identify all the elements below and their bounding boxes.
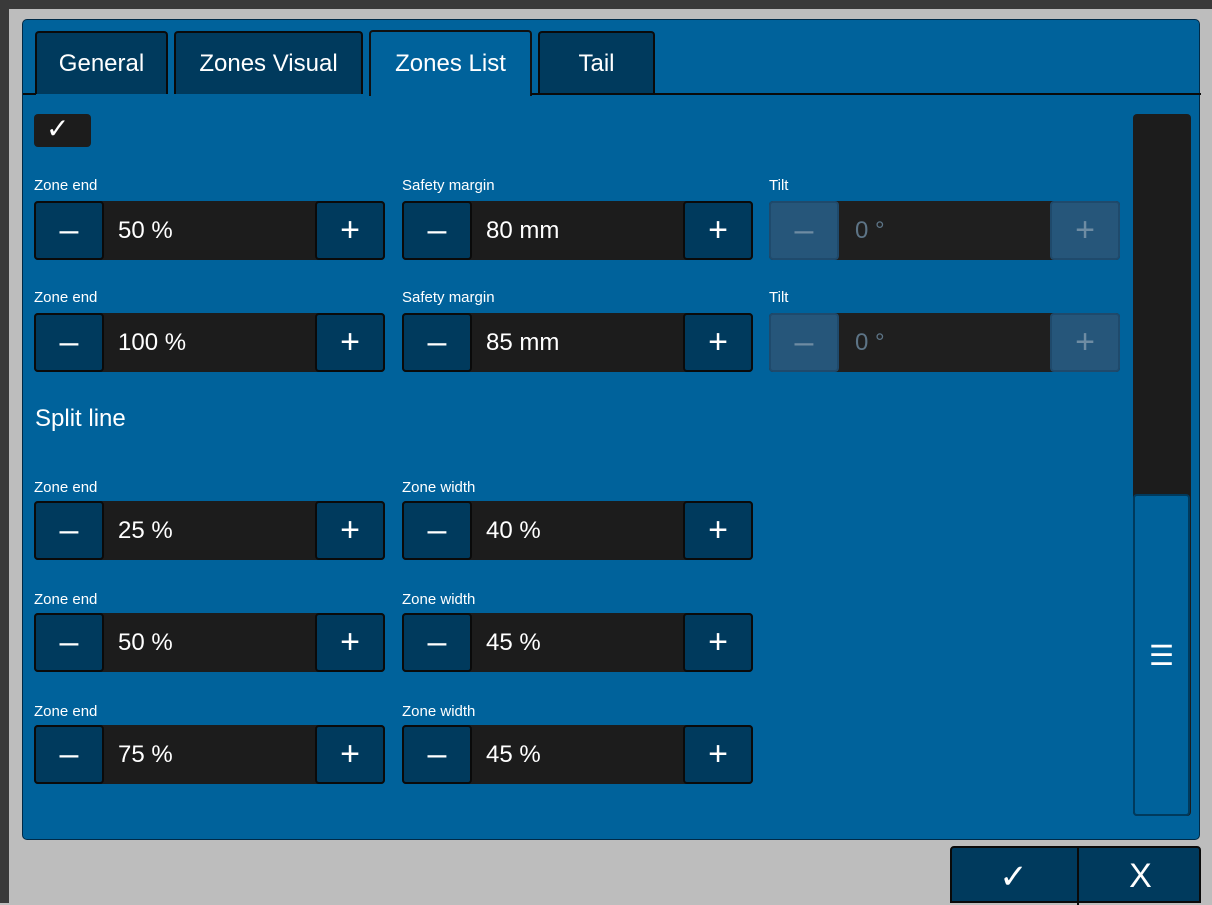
tab-underline-left: [23, 93, 36, 95]
decrement-button[interactable]: –: [402, 501, 472, 560]
increment-button[interactable]: +: [315, 725, 385, 784]
zone-end-value: 75 %: [118, 741, 173, 768]
zone-width-label: Zone width: [402, 479, 476, 496]
safety-margin-value: 85 mm: [486, 329, 560, 356]
split-line-heading: Split line: [35, 405, 126, 432]
zone-end-label: Zone end: [34, 479, 98, 496]
zone-width-value: 45 %: [486, 629, 541, 656]
zone-end-value: 50 %: [118, 217, 173, 244]
zone-end-stepper: – 25 % +: [34, 501, 385, 560]
window-left-border: [0, 9, 9, 903]
zone-end-value: 50 %: [118, 629, 173, 656]
decrement-button[interactable]: –: [402, 725, 472, 784]
zone-end-label: Zone end: [34, 591, 98, 608]
zone-width-label: Zone width: [402, 591, 476, 608]
decrement-button: –: [769, 313, 839, 372]
tilt-label: Tilt: [769, 177, 789, 194]
zone-end-value: 100 %: [118, 329, 187, 356]
enable-checkbox[interactable]: ✓: [34, 114, 91, 147]
zone-end-value: 25 %: [118, 517, 173, 544]
safety-margin-label: Safety margin: [402, 289, 495, 306]
decrement-button[interactable]: –: [34, 613, 104, 672]
window-top-border: [0, 0, 1212, 9]
cancel-button[interactable]: X: [1077, 848, 1202, 905]
zone-width-label: Zone width: [402, 703, 476, 720]
zone-width-value: 45 %: [486, 741, 541, 768]
scrollbar-thumb-handle-icon[interactable]: ☰: [1133, 494, 1190, 816]
zone-end-stepper: – 50 % +: [34, 613, 385, 672]
increment-button[interactable]: +: [315, 501, 385, 560]
tilt-stepper: – 0 ° +: [769, 313, 1120, 372]
zone-end-stepper: – 100 % +: [34, 313, 385, 372]
increment-button: +: [1050, 313, 1120, 372]
tab-underline: [531, 93, 1201, 95]
tilt-stepper: – 0 ° +: [769, 201, 1120, 260]
decrement-button[interactable]: –: [34, 725, 104, 784]
decrement-button[interactable]: –: [402, 613, 472, 672]
decrement-button[interactable]: –: [34, 501, 104, 560]
tilt-value: 0 °: [855, 217, 885, 244]
dialog-footer: ✓ X: [950, 846, 1202, 905]
increment-button[interactable]: +: [315, 313, 385, 372]
increment-button[interactable]: +: [683, 201, 753, 260]
zone-end-label: Zone end: [34, 703, 98, 720]
zone-width-value: 40 %: [486, 517, 541, 544]
increment-button[interactable]: +: [683, 613, 753, 672]
increment-button[interactable]: +: [315, 613, 385, 672]
safety-margin-stepper: – 80 mm +: [402, 201, 753, 260]
zone-end-label: Zone end: [34, 289, 98, 306]
tab-zones-list[interactable]: Zones List: [369, 30, 532, 96]
zone-width-stepper: – 45 % +: [402, 613, 753, 672]
zone-end-stepper: – 50 % +: [34, 201, 385, 260]
decrement-button[interactable]: –: [402, 201, 472, 260]
safety-margin-value: 80 mm: [486, 217, 560, 244]
decrement-button[interactable]: –: [34, 201, 104, 260]
increment-button[interactable]: +: [315, 201, 385, 260]
zone-end-stepper: – 75 % +: [34, 725, 385, 784]
increment-button[interactable]: +: [683, 313, 753, 372]
safety-margin-label: Safety margin: [402, 177, 495, 194]
settings-panel: General Zones Visual Zones List Tail ✓ Z…: [22, 19, 1201, 840]
confirm-button[interactable]: ✓: [952, 848, 1075, 905]
tilt-label: Tilt: [769, 289, 789, 306]
increment-button: +: [1050, 201, 1120, 260]
increment-button[interactable]: +: [683, 501, 753, 560]
zone-end-label: Zone end: [34, 177, 98, 194]
tab-general[interactable]: General: [35, 31, 168, 94]
decrement-button[interactable]: –: [34, 313, 104, 372]
decrement-button: –: [769, 201, 839, 260]
zone-width-stepper: – 40 % +: [402, 501, 753, 560]
tab-zones-visual[interactable]: Zones Visual: [174, 31, 363, 94]
decrement-button[interactable]: –: [402, 313, 472, 372]
zone-width-stepper: – 45 % +: [402, 725, 753, 784]
tab-tail[interactable]: Tail: [538, 31, 655, 94]
increment-button[interactable]: +: [683, 725, 753, 784]
safety-margin-stepper: – 85 mm +: [402, 313, 753, 372]
tilt-value: 0 °: [855, 329, 885, 356]
